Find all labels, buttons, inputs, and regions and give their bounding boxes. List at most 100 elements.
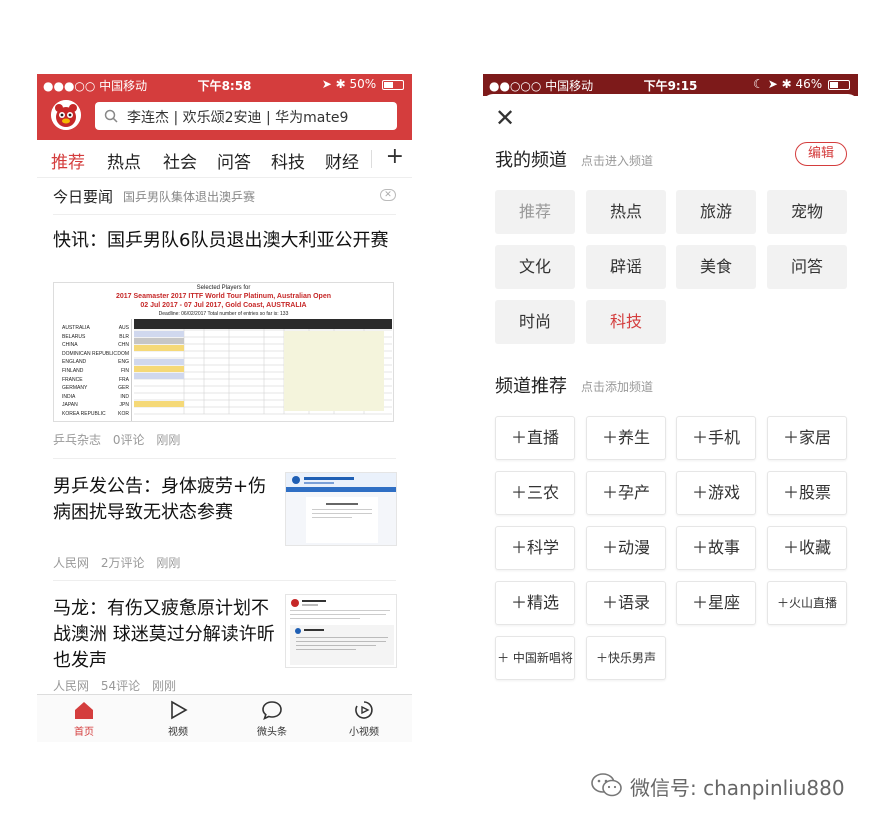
add-channel-chip[interactable]: ＋星座	[676, 581, 756, 625]
close-icon[interactable]: ✕	[495, 106, 515, 130]
add-channel-chip[interactable]: ＋养生	[586, 416, 666, 460]
article-time: 刚刚	[151, 679, 176, 693]
nav-video[interactable]: 视频	[148, 699, 208, 738]
add-channel-chip[interactable]: ＋精选	[495, 581, 575, 625]
tab-qa[interactable]: 问答	[217, 148, 251, 173]
nav-label: 首页	[74, 727, 94, 738]
entries-table	[134, 319, 392, 421]
battery-icon	[828, 79, 850, 90]
divider	[53, 458, 396, 459]
add-channel-chip[interactable]: ＋收藏	[767, 526, 847, 570]
add-channel-chip[interactable]: ＋火山直播	[767, 581, 847, 625]
country-row: INDIA IND	[56, 394, 129, 402]
chat-bubble-icon	[262, 701, 282, 721]
tab-hot[interactable]: 热点	[107, 148, 141, 173]
channel-chip[interactable]: 推荐	[495, 190, 575, 234]
article-thumbnail[interactable]	[285, 472, 397, 546]
tab-tech[interactable]: 科技	[271, 148, 305, 173]
add-channel-chip[interactable]: ＋三农	[495, 471, 575, 515]
nav-home[interactable]: 首页	[54, 699, 114, 738]
add-channel-chip[interactable]: ＋科学	[495, 526, 575, 570]
country-name: INDIA	[62, 393, 76, 400]
divider	[53, 580, 396, 581]
short-video-icon	[355, 701, 373, 719]
close-icon[interactable]: ✕	[380, 189, 396, 201]
add-channel-chip[interactable]: ＋家居	[767, 416, 847, 460]
top-news-bar[interactable]: 今日要闻 国乒男队集体退出澳乒赛 ✕	[53, 186, 396, 212]
nav-short-video[interactable]: 小视频	[334, 699, 394, 738]
add-channel-button[interactable]: +	[386, 144, 404, 169]
comment-count: 2万评论	[100, 556, 145, 570]
channel-chip[interactable]: 文化	[495, 245, 575, 289]
status-right: ☾ ➤ ✱ 46%	[753, 77, 850, 91]
channel-chip[interactable]: 时尚	[495, 300, 575, 344]
home-icon	[75, 702, 93, 719]
country-name: JAPAN	[62, 402, 78, 409]
article-time: 刚刚	[156, 433, 181, 447]
search-icon	[104, 109, 118, 123]
country-row: FRANCE FRA	[56, 377, 129, 385]
edit-button[interactable]: 编辑	[795, 142, 847, 166]
country-name: KOREA REPUBLIC	[62, 411, 106, 417]
country-row: ENGLAND ENG	[56, 359, 129, 367]
my-channels-title: 我的频道	[495, 150, 567, 171]
channel-chip[interactable]: 辟谣	[586, 245, 666, 289]
article-source: 乒乓杂志	[53, 433, 102, 447]
article-title[interactable]: 男乒发公告：身体疲劳+伤病困扰导致无状态参赛	[53, 474, 271, 526]
avatar[interactable]	[51, 100, 81, 130]
country-name: AUSTRALIA	[62, 325, 90, 331]
battery-icon	[382, 79, 404, 90]
channel-chip[interactable]: 科技	[586, 300, 666, 344]
channel-chip[interactable]: 问答	[767, 245, 847, 289]
article-thumbnail[interactable]	[285, 594, 397, 668]
country-code: IND	[120, 393, 129, 400]
article-source: 人民网	[53, 556, 90, 570]
article-image[interactable]: Selected Players for 2017 Seamaster 2017…	[53, 282, 394, 422]
country-row: BELARUS BLR	[56, 334, 129, 342]
nav-label: 视频	[168, 727, 188, 738]
divider	[53, 214, 396, 215]
country-row: DOMINICAN REPUBLIC DOM	[56, 351, 129, 359]
add-channel-chip[interactable]: ＋快乐男声	[586, 636, 666, 680]
add-channel-chip[interactable]: ＋孕产	[586, 471, 666, 515]
search-input[interactable]: 李连杰 | 欢乐颂2安迪 | 华为mate9	[95, 102, 397, 130]
nav-weitoutiao[interactable]: 微头条	[242, 699, 302, 738]
country-name: GERMANY	[62, 385, 88, 392]
bluetooth-icon: ✱	[335, 77, 346, 91]
article-meta: 人民网 2万评论 刚刚	[53, 554, 188, 571]
bluetooth-icon: ✱	[781, 77, 792, 91]
add-channel-chip[interactable]: ＋游戏	[676, 471, 756, 515]
app-header: ●●●○○ 中国移动 下午8:58 ➤ ✱ 50% 李连杰 | 欢乐颂2安迪 |…	[37, 74, 412, 140]
tab-society[interactable]: 社会	[163, 148, 197, 173]
add-channel-chip[interactable]: ＋语录	[586, 581, 666, 625]
country-name: DOMINICAN REPUBLIC	[62, 350, 118, 357]
status-bar: ●●○○○ 中国移动 下午9:15 ☾ ➤ ✱ 46%	[483, 74, 858, 96]
article-title[interactable]: 快讯：国乒男队6队员退出澳大利亚公开赛	[53, 228, 396, 254]
channel-chip[interactable]: 热点	[586, 190, 666, 234]
add-channel-chip[interactable]: ＋直播	[495, 416, 575, 460]
country-list: AUSTRALIA AUS BELARUS BLR CHINA CHN DOMINICAN …	[54, 319, 132, 421]
country-code: BLR	[119, 333, 129, 340]
channel-chip[interactable]: 宠物	[767, 190, 847, 234]
tab-finance[interactable]: 财经	[325, 148, 359, 173]
add-channel-chip[interactable]: ＋ 中国新唱将	[495, 636, 575, 680]
tab-recommend[interactable]: 推荐	[51, 148, 85, 173]
add-channel-chip[interactable]: ＋动漫	[586, 526, 666, 570]
article-time: 刚刚	[156, 556, 181, 570]
article-title[interactable]: 马龙：有伤又疲惫原计划不战澳洲 球迷莫过分解读许昕也发声	[53, 596, 275, 674]
play-icon	[171, 700, 188, 720]
channel-tabs: 推荐 热点 社会 问答 科技 财经 +	[37, 140, 412, 178]
image-deadline: Deadline: 06/02/2017 Total number of ent…	[158, 311, 289, 317]
country-row: AUSTRALIA AUS	[56, 325, 129, 333]
bottom-nav: 首页 视频 微头条 小视频	[37, 694, 412, 742]
channel-chip[interactable]: 美食	[676, 245, 756, 289]
home-screen: ●●●○○ 中国移动 下午8:58 ➤ ✱ 50% 李连杰 | 欢乐颂2安迪 |…	[37, 74, 412, 742]
country-row: KOREA REPUBLIC KOR	[56, 411, 129, 419]
channel-chip[interactable]: 旅游	[676, 190, 756, 234]
nav-label: 微头条	[257, 727, 287, 738]
country-code: FRA	[119, 376, 129, 383]
status-bar: ●●●○○ 中国移动 下午8:58 ➤ ✱ 50%	[37, 74, 412, 94]
add-channel-chip[interactable]: ＋股票	[767, 471, 847, 515]
add-channel-chip[interactable]: ＋故事	[676, 526, 756, 570]
add-channel-chip[interactable]: ＋手机	[676, 416, 756, 460]
